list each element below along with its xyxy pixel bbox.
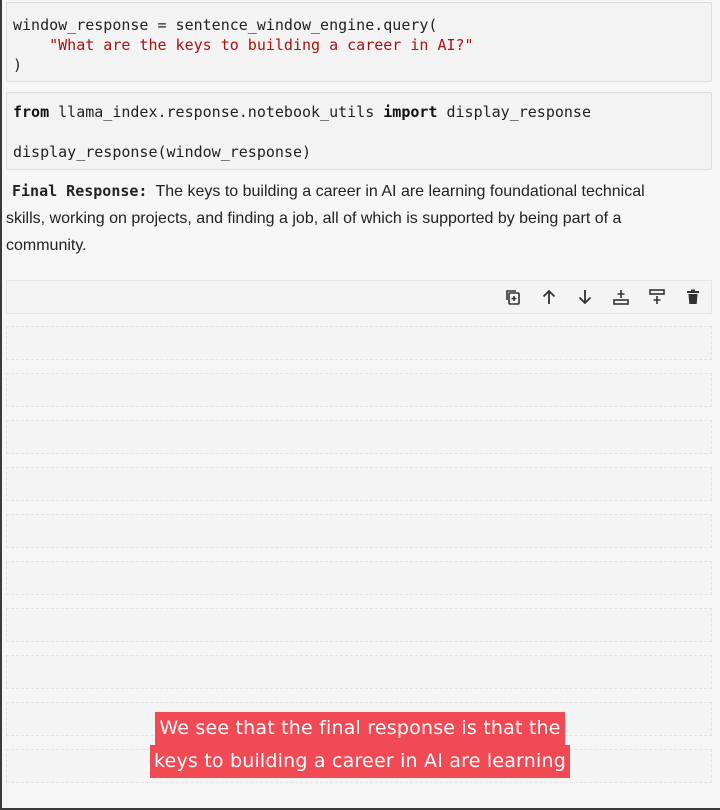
caption-line-1: We see that the final response is that t… <box>155 712 565 745</box>
move-up-icon <box>542 289 556 304</box>
code-cell-query[interactable]: window_response = sentence_window_engine… <box>6 2 712 82</box>
move-down-icon <box>578 290 592 305</box>
code-cell-display[interactable]: from llama_index.response.notebook_utils… <box>6 92 712 170</box>
empty-cell[interactable] <box>6 655 712 689</box>
import-name: display_response <box>437 103 591 121</box>
empty-cell[interactable] <box>6 420 712 454</box>
delete-icon <box>687 289 699 304</box>
empty-cell[interactable] <box>6 561 712 595</box>
delete-button[interactable] <box>680 284 706 310</box>
query-string: "What are the keys to building a career … <box>49 36 474 54</box>
caption-line-2: keys to building a career in AI are lear… <box>150 745 570 778</box>
cell-output: Final Response: The keys to building a ca… <box>6 178 656 259</box>
video-caption: We see that the final response is that t… <box>0 712 720 778</box>
keyword-from: from <box>13 103 50 121</box>
empty-cell[interactable] <box>6 514 712 548</box>
insert-above-icon <box>613 290 629 305</box>
move-up-button[interactable] <box>536 284 562 310</box>
empty-cell[interactable] <box>6 326 712 360</box>
code-line: display_response(window_response) <box>13 143 312 161</box>
code-line: "What are the keys to building a career … <box>13 35 705 55</box>
insert-below-button[interactable] <box>644 284 670 310</box>
keyword-import: import <box>383 103 438 121</box>
code-line: window_response = sentence_window_engine… <box>13 16 438 34</box>
duplicate-button[interactable] <box>500 284 526 310</box>
final-response-label: Final Response: <box>12 182 148 200</box>
insert-below-icon <box>649 289 665 304</box>
duplicate-icon <box>506 290 520 305</box>
empty-cell[interactable] <box>6 467 712 501</box>
empty-cell[interactable] <box>6 608 712 642</box>
cell-toolbar <box>500 284 706 310</box>
code-line: from llama_index.response.notebook_utils… <box>13 102 705 122</box>
code-line: ) <box>13 56 23 74</box>
move-down-button[interactable] <box>572 284 598 310</box>
module-name: llama_index.response.notebook_utils <box>49 103 384 121</box>
empty-cell[interactable] <box>6 373 712 407</box>
insert-above-button[interactable] <box>608 284 634 310</box>
